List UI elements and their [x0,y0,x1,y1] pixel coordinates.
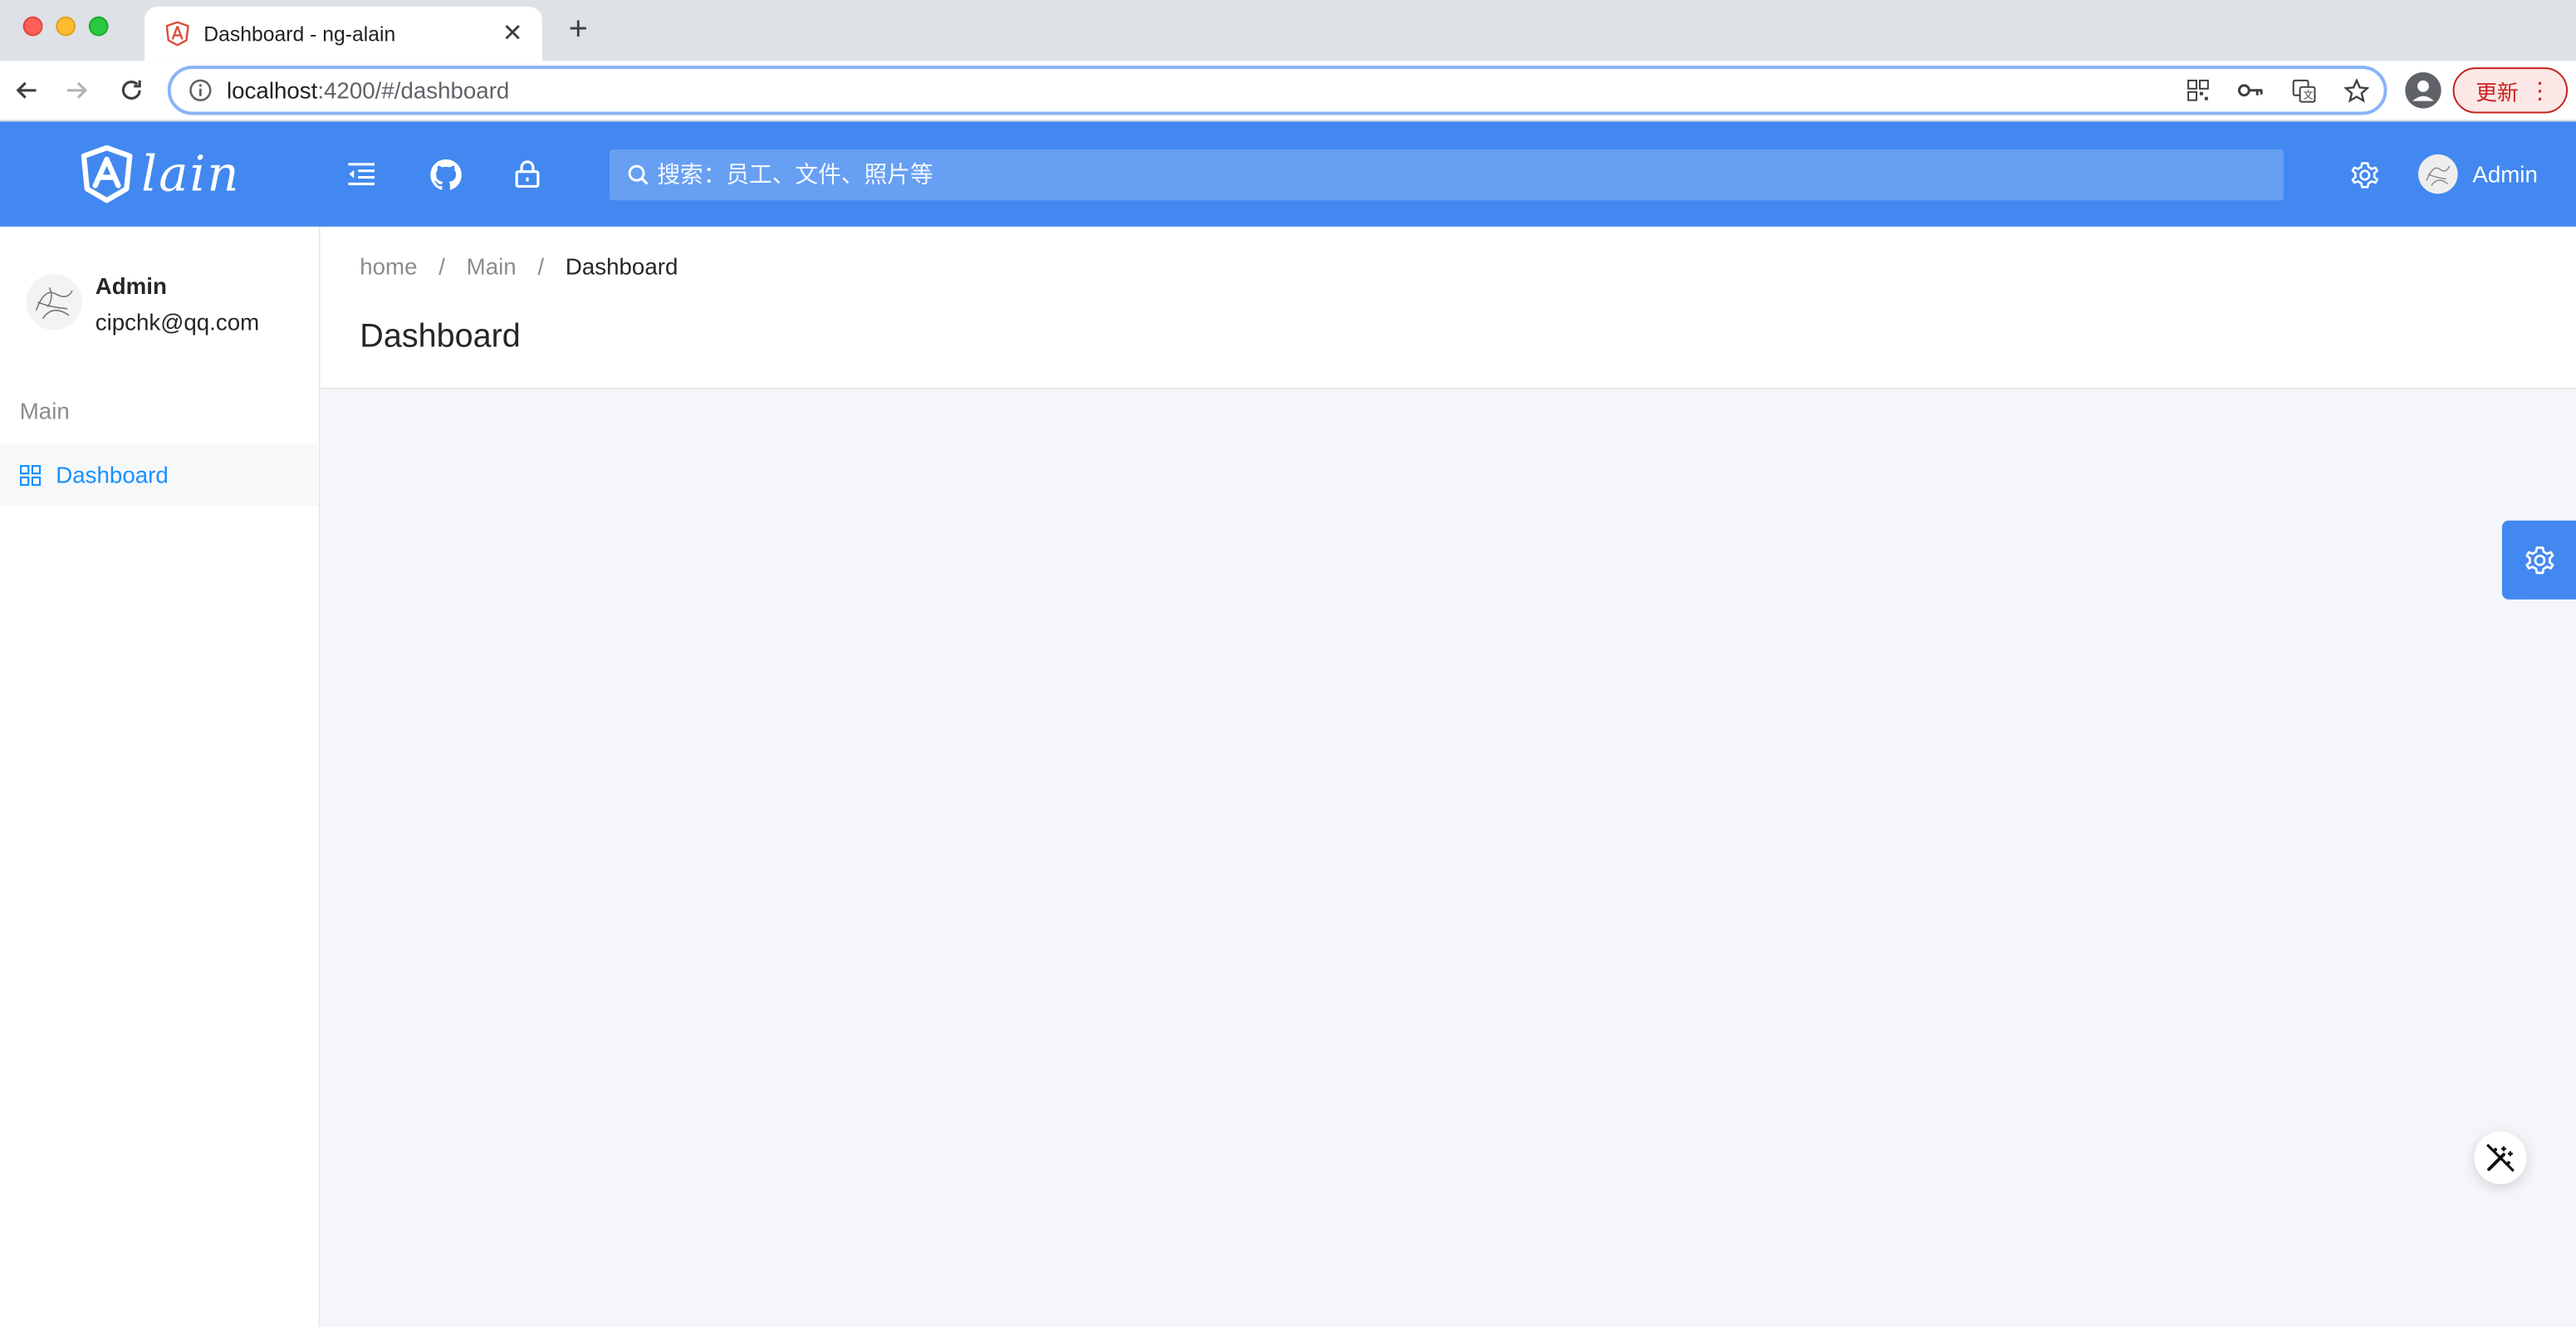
menu-group-title: Main [19,397,70,424]
breadcrumb-main[interactable]: Main [467,253,517,280]
header-user-menu[interactable]: Admin [2418,154,2538,194]
settings-gear-icon [2525,546,2554,575]
tab-title: Dashboard - ng-alain [203,22,396,46]
bookmark-star-icon[interactable] [2341,76,2371,105]
qr-code-icon[interactable] [2183,76,2213,105]
url-host: localhost [227,76,318,104]
app-header: lain Admin [0,121,2576,227]
setting-drawer-button[interactable] [2501,520,2576,600]
back-arrow-icon[interactable] [10,74,43,107]
search-icon [628,164,651,187]
magic-wand-icon [2486,1143,2515,1173]
logo-text: lain [141,145,241,203]
alain-logo-icon [81,144,133,203]
breadcrumb-separator: / [438,252,445,280]
page-header: home / Main / Dashboard Dashboard [320,226,2576,389]
new-tab-icon[interactable]: + [562,13,595,47]
window-minimize-button[interactable] [56,16,76,37]
angular-favicon-icon [164,21,191,47]
browser-tab-strip: Dashboard - ng-alain ✕ + [0,0,2576,61]
breadcrumb-home[interactable]: home [360,253,417,280]
avatar [2418,154,2458,194]
url-text: localhost:4200/#/dashboard [227,77,509,104]
header-settings-icon[interactable] [2348,158,2381,191]
browser-toolbar: localhost:4200/#/dashboard 文 更新 ⋮ [0,61,2576,122]
lock-icon[interactable] [511,158,544,191]
sidebar-item-dashboard[interactable]: Dashboard [0,443,319,507]
page-title: Dashboard [360,318,521,355]
sidebar-user-card: Admin cipchk@qq.com [26,269,260,341]
site-info-icon[interactable] [188,77,214,104]
sidebar-user-email: cipchk@qq.com [95,308,260,335]
theme-toggle-button[interactable] [2474,1131,2527,1184]
url-path: :4200/#/dashboard [317,76,510,104]
header-user-name: Admin [2472,160,2538,188]
header-search [609,149,2284,201]
password-key-icon[interactable] [2236,76,2265,105]
github-icon[interactable] [429,158,462,191]
address-bar[interactable]: localhost:4200/#/dashboard 文 [167,66,2387,115]
sidebar-user-name: Admin [95,272,167,299]
update-label: 更新 [2476,79,2519,105]
window-close-button[interactable] [22,16,43,37]
forward-arrow-icon[interactable] [61,74,94,107]
sidebar: Admin cipchk@qq.com Main Dashboard [0,226,321,1327]
browser-update-button[interactable]: 更新 ⋮ [2452,67,2569,114]
app-logo[interactable]: lain [79,144,241,203]
sidebar-item-label: Dashboard [56,461,169,488]
profile-avatar-icon[interactable] [2405,72,2441,109]
avatar [26,274,82,331]
main-content [320,389,2576,1327]
breadcrumb-current: Dashboard [565,252,678,280]
translate-icon[interactable]: 文 [2289,76,2319,105]
browser-tab-active[interactable]: Dashboard - ng-alain ✕ [144,6,542,61]
reload-icon[interactable] [115,74,148,107]
svg-text:文: 文 [2303,89,2313,100]
search-input[interactable] [657,161,2284,189]
more-menu-icon: ⋮ [2528,76,2552,104]
breadcrumb-separator: / [537,252,545,280]
menu-fold-icon[interactable] [345,158,378,191]
window-zoom-button[interactable] [88,16,109,37]
appstore-icon [20,463,43,487]
breadcrumb: home / Main / Dashboard [360,253,678,280]
tab-close-icon[interactable]: ✕ [499,20,526,47]
